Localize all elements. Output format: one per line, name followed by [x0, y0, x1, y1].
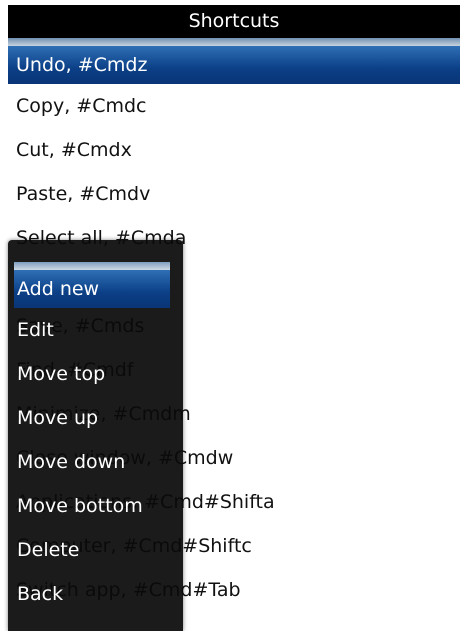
menu-item-delete[interactable]: Delete: [8, 528, 183, 572]
shortcut-row[interactable]: Copy, #Cmdc: [8, 84, 460, 128]
context-menu: Add new Edit Move top Move up Move down …: [8, 240, 183, 631]
menu-item-move-bottom[interactable]: Move bottom: [8, 484, 183, 528]
screen-title: Shortcuts: [188, 10, 280, 32]
menu-item-move-top[interactable]: Move top: [8, 352, 183, 396]
shortcut-row[interactable]: Undo, #Cmdz: [8, 46, 460, 84]
menu-item-back[interactable]: Back: [8, 572, 183, 616]
menu-header-bar: [14, 262, 170, 270]
shortcut-row[interactable]: Cut, #Cmdx: [8, 128, 460, 172]
title-bar: Shortcuts: [8, 5, 460, 38]
menu-item-edit[interactable]: Edit: [8, 308, 183, 352]
title-divider: [8, 38, 460, 46]
shortcut-row[interactable]: Paste, #Cmdv: [8, 172, 460, 216]
menu-item-move-down[interactable]: Move down: [8, 440, 183, 484]
menu-item-add-new[interactable]: Add new: [14, 270, 170, 308]
menu-item-move-up[interactable]: Move up: [8, 396, 183, 440]
